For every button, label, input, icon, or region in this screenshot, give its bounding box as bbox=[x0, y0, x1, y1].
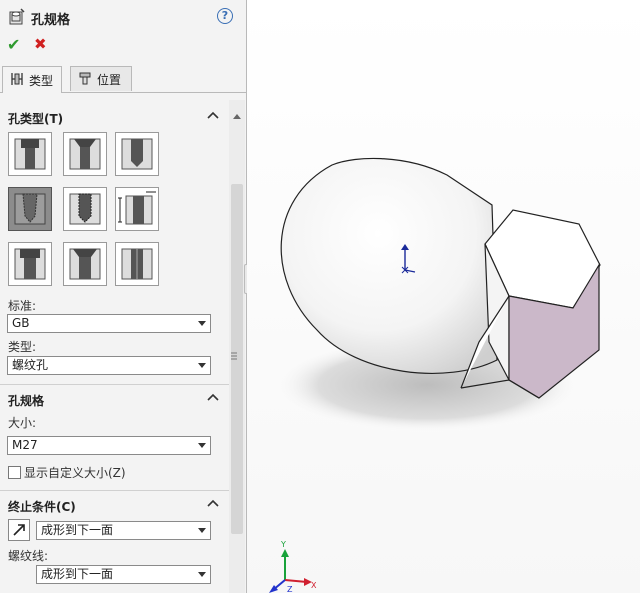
axis-label-x: X bbox=[311, 581, 317, 590]
thread-label: 螺纹线: bbox=[8, 549, 49, 563]
tapped-hole-icon bbox=[69, 193, 101, 225]
simple-hole-button[interactable] bbox=[115, 132, 159, 176]
pipe-tap-icon bbox=[118, 191, 156, 225]
axis-label-z: Z bbox=[287, 585, 293, 593]
tab-position[interactable]: 位置 bbox=[70, 66, 132, 91]
end-condition-section-title: 终止条件(C) bbox=[8, 500, 76, 514]
chevron-down-icon bbox=[198, 321, 206, 326]
position-tab-icon bbox=[77, 70, 93, 89]
type-label: 类型: bbox=[8, 340, 37, 354]
ok-button[interactable]: ✔ bbox=[7, 35, 20, 54]
help-button[interactable]: ? bbox=[217, 8, 233, 24]
tab-position-label: 位置 bbox=[97, 72, 122, 87]
property-manager: 孔规格 ? ✔ ✖ 类型 位置 孔类型(T) 标准: GB 类型: 螺纹孔 孔规… bbox=[0, 0, 247, 593]
triad-axes-icon: Y X Z bbox=[269, 540, 317, 594]
egg-body-shape[interactable] bbox=[280, 157, 498, 374]
chevron-down-icon bbox=[198, 572, 206, 577]
chevron-down-icon bbox=[198, 363, 206, 368]
collapse-end-condition-icon[interactable] bbox=[207, 497, 219, 507]
panel-scrollbar[interactable] bbox=[229, 100, 245, 593]
end-condition-select[interactable]: 成形到下一面 bbox=[36, 521, 211, 540]
counterbore-icon bbox=[14, 138, 46, 170]
reverse-direction-icon bbox=[13, 524, 25, 536]
countersink-icon bbox=[69, 138, 101, 170]
type-select[interactable]: 螺纹孔 bbox=[7, 356, 211, 375]
tapered-tap-hole-button[interactable] bbox=[8, 187, 52, 231]
size-label: 大小: bbox=[8, 416, 37, 430]
type-value: 螺纹孔 bbox=[12, 358, 49, 372]
model-canvas: Y X Z bbox=[269, 157, 601, 594]
standard-label: 标准: bbox=[8, 299, 37, 313]
hole-spec-section-title: 孔规格 bbox=[8, 394, 45, 408]
collapse-hole-type-icon[interactable] bbox=[207, 109, 219, 119]
property-manager-header: 孔规格 ? bbox=[0, 0, 246, 34]
countersink-slot-icon bbox=[69, 248, 101, 280]
slot-icon bbox=[121, 248, 153, 280]
slot-button[interactable] bbox=[115, 242, 159, 286]
tab-type-label: 类型 bbox=[29, 73, 54, 88]
property-scroll-area: 孔类型(T) 标准: GB 类型: 螺纹孔 孔规格 大小: M27 显示自定义大… bbox=[0, 100, 229, 593]
counterbore-slot-button[interactable] bbox=[8, 242, 52, 286]
countersink-slot-button[interactable] bbox=[63, 242, 107, 286]
scroll-up-icon[interactable] bbox=[233, 114, 241, 119]
chevron-down-icon bbox=[198, 528, 206, 533]
hole-type-section-title: 孔类型(T) bbox=[8, 112, 64, 126]
tapered-tap-icon bbox=[14, 193, 46, 225]
size-select[interactable]: M27 bbox=[7, 436, 211, 455]
chevron-down-icon bbox=[198, 443, 206, 448]
counterbore-hole-button[interactable] bbox=[8, 132, 52, 176]
axis-label-y: Y bbox=[280, 540, 286, 549]
section-divider bbox=[0, 384, 229, 385]
hole-wizard-icon bbox=[8, 8, 26, 29]
drilled-tap-hole-button[interactable] bbox=[63, 187, 107, 231]
standard-select[interactable]: GB bbox=[7, 314, 211, 333]
custom-size-label: 显示自定义大小(Z) bbox=[24, 466, 126, 480]
countersink-hole-button[interactable] bbox=[63, 132, 107, 176]
section-divider bbox=[0, 490, 229, 491]
cancel-button[interactable]: ✖ bbox=[34, 35, 47, 53]
end-condition-value: 成形到下一面 bbox=[41, 523, 114, 537]
reverse-direction-button[interactable] bbox=[8, 519, 30, 541]
simple-hole-icon bbox=[121, 138, 153, 170]
tab-type[interactable]: 类型 bbox=[2, 66, 62, 93]
thread-end-condition-value: 成形到下一面 bbox=[41, 567, 114, 581]
counterbore-slot-icon bbox=[14, 248, 46, 280]
size-value: M27 bbox=[12, 438, 38, 452]
standard-value: GB bbox=[12, 316, 30, 330]
thread-end-condition-select[interactable]: 成形到下一面 bbox=[36, 565, 211, 584]
custom-size-checkbox[interactable] bbox=[8, 466, 21, 479]
tab-bar: 类型 位置 bbox=[0, 66, 246, 93]
pipe-tap-hole-button[interactable] bbox=[115, 187, 159, 231]
collapse-hole-spec-icon[interactable] bbox=[207, 391, 219, 401]
page-title: 孔规格 bbox=[31, 13, 71, 28]
hole-type-tab-icon bbox=[9, 71, 25, 90]
splitter-grip-icon[interactable] bbox=[230, 350, 238, 360]
graphics-viewport[interactable]: Y X Z bbox=[247, 0, 640, 594]
